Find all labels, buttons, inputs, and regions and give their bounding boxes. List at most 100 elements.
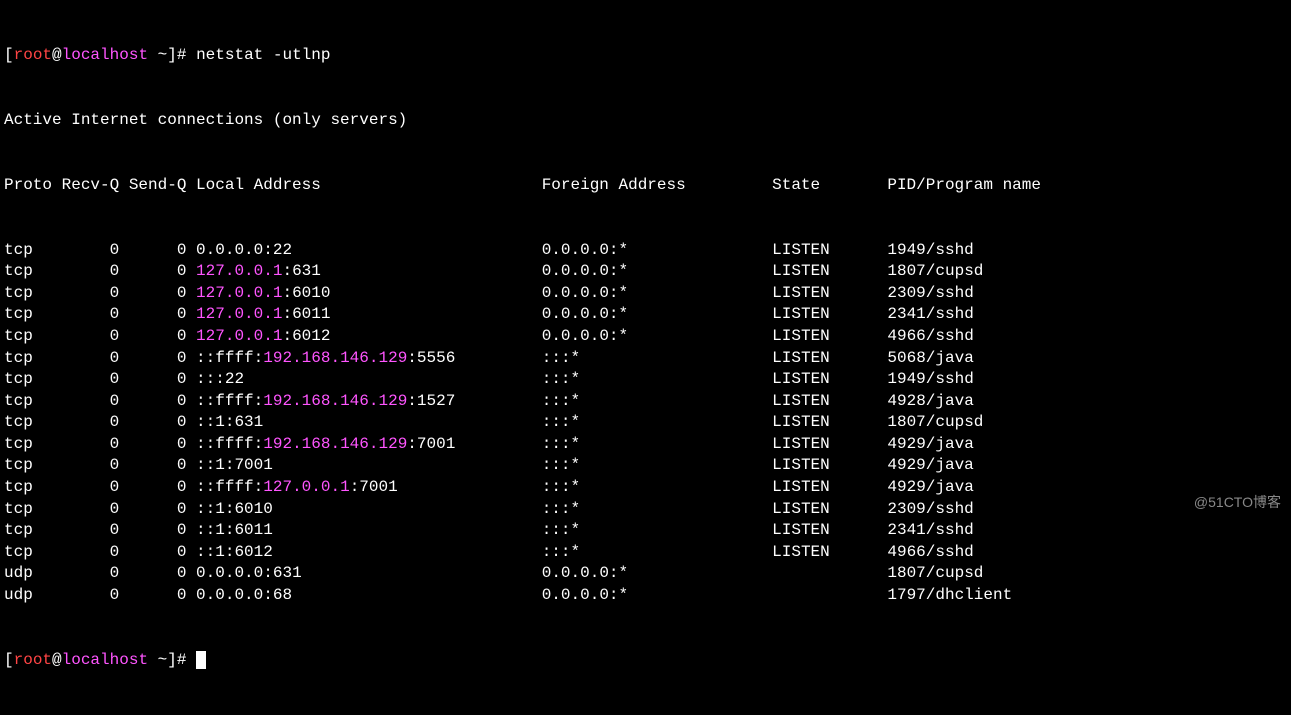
cell-sendq: 0 <box>129 284 196 302</box>
prompt-host: localhost <box>62 46 148 64</box>
cell-state: LISTEN <box>772 435 887 453</box>
cell-foreign: 0.0.0.0:* <box>542 284 772 302</box>
cell-foreign: :::* <box>542 521 772 539</box>
cell-foreign: 0.0.0.0:* <box>542 262 772 280</box>
cell-proto: tcp <box>4 305 62 323</box>
header-line: Active Internet connections (only server… <box>4 110 1287 132</box>
cell-foreign: 0.0.0.0:* <box>542 564 772 582</box>
table-row: tcp 0 0 ::1:6011 :::* LISTEN 2341/sshd <box>4 520 1287 542</box>
table-row: tcp 0 0 0.0.0.0:22 0.0.0.0:* LISTEN 1949… <box>4 240 1287 262</box>
cell-pid: 2309/sshd <box>887 284 973 302</box>
cell-pid: 2341/sshd <box>887 305 973 323</box>
prompt-user: root <box>14 46 52 64</box>
cell-foreign: :::* <box>542 500 772 518</box>
cell-state: LISTEN <box>772 305 887 323</box>
cell-sendq: 0 <box>129 262 196 280</box>
prompt-host: localhost <box>62 651 148 669</box>
cell-proto: tcp <box>4 478 62 496</box>
cell-state: LISTEN <box>772 284 887 302</box>
cell-recvq: 0 <box>62 413 129 431</box>
cell-pid: 4929/java <box>887 478 973 496</box>
cell-foreign: :::* <box>542 349 772 367</box>
cell-foreign: 0.0.0.0:* <box>542 241 772 259</box>
cell-pid: 4966/sshd <box>887 327 973 345</box>
cell-state: LISTEN <box>772 478 887 496</box>
cell-sendq: 0 <box>129 435 196 453</box>
prompt-at: @ <box>52 46 62 64</box>
cell-local: ::1:6010 <box>196 500 542 518</box>
cell-sendq: 0 <box>129 241 196 259</box>
table-row: tcp 0 0 ::ffff:192.168.146.129:5556 :::*… <box>4 348 1287 370</box>
cell-local: ::ffff:127.0.0.1:7001 <box>196 478 542 496</box>
cell-recvq: 0 <box>62 543 129 561</box>
cell-recvq: 0 <box>62 284 129 302</box>
table-row: tcp 0 0 127.0.0.1:6012 0.0.0.0:* LISTEN … <box>4 326 1287 348</box>
cell-state: LISTEN <box>772 392 887 410</box>
cell-state: LISTEN <box>772 456 887 474</box>
cell-state: LISTEN <box>772 349 887 367</box>
table-row: tcp 0 0 ::1:6010 :::* LISTEN 2309/sshd <box>4 499 1287 521</box>
cell-sendq: 0 <box>129 413 196 431</box>
cell-local: ::ffff:192.168.146.129:5556 <box>196 349 542 367</box>
cell-local: 0.0.0.0:631 <box>196 564 542 582</box>
prompt-rest: ~]# <box>148 651 196 669</box>
cell-local: 0.0.0.0:68 <box>196 586 542 604</box>
cell-state: LISTEN <box>772 413 887 431</box>
cell-foreign: 0.0.0.0:* <box>542 305 772 323</box>
cell-pid: 1807/cupsd <box>887 262 983 280</box>
cell-state: LISTEN <box>772 370 887 388</box>
cell-recvq: 0 <box>62 500 129 518</box>
cell-pid: 4966/sshd <box>887 543 973 561</box>
cell-proto: tcp <box>4 241 62 259</box>
cell-recvq: 0 <box>62 370 129 388</box>
cell-recvq: 0 <box>62 478 129 496</box>
cell-local: 127.0.0.1:6011 <box>196 305 542 323</box>
prompt-line-2: [root@localhost ~]# <box>4 650 1287 672</box>
cell-proto: tcp <box>4 392 62 410</box>
cell-proto: tcp <box>4 349 62 367</box>
cell-state: LISTEN <box>772 500 887 518</box>
cell-proto: tcp <box>4 413 62 431</box>
prompt-open: [ <box>4 46 14 64</box>
cell-sendq: 0 <box>129 370 196 388</box>
cell-proto: tcp <box>4 327 62 345</box>
cell-local: 127.0.0.1:6010 <box>196 284 542 302</box>
table-row: tcp 0 0 ::ffff:192.168.146.129:1527 :::*… <box>4 391 1287 413</box>
terminal[interactable]: [root@localhost ~]# netstat -utlnp Activ… <box>0 0 1291 518</box>
cell-proto: tcp <box>4 456 62 474</box>
cell-pid: 2309/sshd <box>887 500 973 518</box>
cell-sendq: 0 <box>129 543 196 561</box>
cell-sendq: 0 <box>129 564 196 582</box>
cell-local: 127.0.0.1:631 <box>196 262 542 280</box>
cell-pid: 5068/java <box>887 349 973 367</box>
cell-recvq: 0 <box>62 435 129 453</box>
cell-foreign: :::* <box>542 392 772 410</box>
cell-sendq: 0 <box>129 305 196 323</box>
cell-pid: 1807/cupsd <box>887 564 983 582</box>
cell-recvq: 0 <box>62 262 129 280</box>
table-row: tcp 0 0 ::ffff:127.0.0.1:7001 :::* LISTE… <box>4 477 1287 499</box>
command-text: netstat -utlnp <box>196 46 330 64</box>
cell-local: 127.0.0.1:6012 <box>196 327 542 345</box>
cell-state <box>772 586 887 604</box>
cell-recvq: 0 <box>62 521 129 539</box>
cell-pid: 1797/dhclient <box>887 586 1012 604</box>
cell-sendq: 0 <box>129 521 196 539</box>
cell-local: ::1:631 <box>196 413 542 431</box>
table-row: udp 0 0 0.0.0.0:68 0.0.0.0:* 1797/dhclie… <box>4 585 1287 607</box>
cell-proto: tcp <box>4 543 62 561</box>
cell-recvq: 0 <box>62 241 129 259</box>
cell-proto: tcp <box>4 370 62 388</box>
cell-state: LISTEN <box>772 327 887 345</box>
cell-proto: tcp <box>4 262 62 280</box>
cell-recvq: 0 <box>62 586 129 604</box>
cell-proto: tcp <box>4 435 62 453</box>
prompt-at: @ <box>52 651 62 669</box>
cell-foreign: :::* <box>542 413 772 431</box>
cell-pid: 4928/java <box>887 392 973 410</box>
cell-state: LISTEN <box>772 262 887 280</box>
cursor <box>196 651 206 669</box>
table-row: tcp 0 0 127.0.0.1:6010 0.0.0.0:* LISTEN … <box>4 283 1287 305</box>
cell-local: :::22 <box>196 370 542 388</box>
cell-proto: tcp <box>4 284 62 302</box>
